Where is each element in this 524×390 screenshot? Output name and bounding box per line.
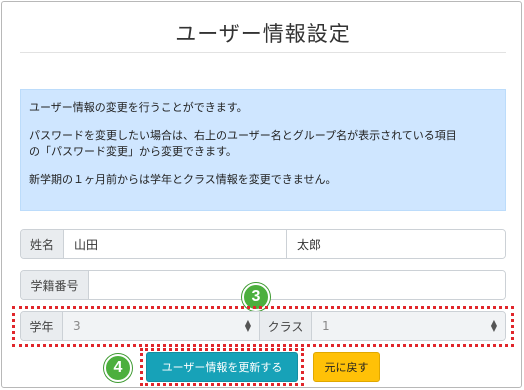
grade-select[interactable]: 3 ▲ ▼ <box>63 312 259 340</box>
info-line-1: ユーザー情報の変更を行うことができます。 <box>29 101 248 114</box>
last-name-input[interactable]: 山田 <box>64 230 286 258</box>
info-alert: ユーザー情報の変更を行うことができます。 パスワードを変更したい場合は、右上のユ… <box>20 89 506 211</box>
class-select[interactable]: 1 ▲ ▼ <box>312 312 505 340</box>
student-id-label: 学籍番号 <box>21 271 89 299</box>
info-line-3: 新学期の１ヶ月前からは学年とクラス情報を変更できません。 <box>29 173 337 186</box>
reset-button[interactable]: 元に戻す <box>313 352 380 382</box>
info-line-2a: パスワードを変更したい場合は、右上のユーザー名とグループ名が表示されている項目 <box>29 129 457 142</box>
class-select-value: 1 <box>322 319 330 333</box>
info-line-2: パスワードを変更したい場合は、右上のユーザー名とグループ名が表示されている項目 … <box>29 128 497 160</box>
grade-class-input-group: 学年 3 ▲ ▼ クラス 1 ▲ ▼ <box>20 311 506 341</box>
grade-label: 学年 <box>21 312 63 340</box>
name-label: 姓名 <box>21 230 64 258</box>
first-name-input[interactable]: 太郎 <box>286 230 505 258</box>
grade-select-value: 3 <box>73 319 81 333</box>
info-line-2b: の「パスワード変更」から変更できます。 <box>29 145 237 158</box>
page-title: ユーザー情報設定 <box>175 22 351 46</box>
name-input-group: 姓名 山田 太郎 <box>20 229 506 259</box>
select-arrows-icon: ▲ ▼ <box>490 318 497 333</box>
class-label: クラス <box>259 312 312 340</box>
select-arrows-icon: ▲ ▼ <box>244 318 251 333</box>
title-divider <box>20 52 506 53</box>
update-user-button[interactable]: ユーザー情報を更新する <box>146 352 298 382</box>
callout-badge-4: 4 <box>104 354 132 382</box>
student-id-input[interactable] <box>89 271 505 299</box>
